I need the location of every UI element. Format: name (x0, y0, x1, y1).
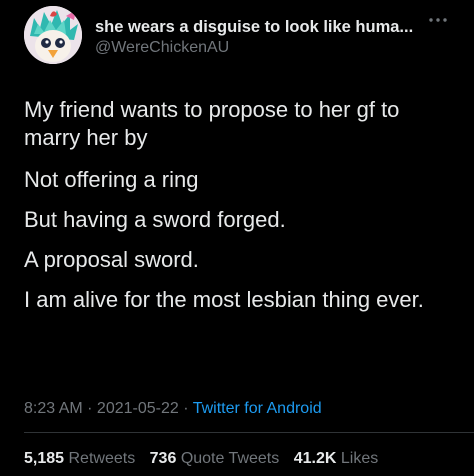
meta-separator: · (178, 400, 193, 417)
tweet-text-line: But having a sword forged. (24, 207, 286, 232)
retweets-stat[interactable]: 5,185 Retweets (24, 450, 135, 467)
tweet-text-line: My friend wants to propose to her gf to … (24, 97, 400, 150)
user-handle[interactable]: @WereChickenAU (95, 39, 229, 57)
tweet-text-line: Not offering a ring (24, 167, 199, 192)
tweet-metadata: 8:23 AM · 2021-05-22 · Twitter for Andro… (24, 400, 322, 418)
likes-count: 41.2K (293, 450, 337, 467)
retweets-label: Retweets (68, 450, 136, 467)
likes-label: Likes (340, 450, 379, 467)
more-horizontal-icon[interactable] (427, 13, 449, 27)
avatar-image (24, 6, 82, 64)
avatar[interactable] (24, 6, 82, 64)
divider (24, 432, 474, 433)
display-name[interactable]: she wears a disguise to look like huma..… (95, 18, 413, 37)
retweets-count: 5,185 (24, 450, 65, 467)
tweet-date[interactable]: 2021-05-22 (97, 400, 179, 417)
quote-tweets-label: Quote Tweets (180, 450, 280, 467)
likes-stat[interactable]: 41.2K Likes (294, 450, 379, 467)
tweet: she wears a disguise to look like huma..… (0, 0, 474, 476)
quote-tweets-count: 736 (149, 450, 177, 467)
tweet-text: My friend wants to propose to her gf to … (24, 96, 452, 314)
engagement-stats: 5,185 Retweets 736 Quote Tweets 41.2K Li… (24, 450, 388, 468)
tweet-source-link[interactable]: Twitter for Android (193, 400, 322, 417)
quote-tweets-stat[interactable]: 736 Quote Tweets (150, 450, 280, 467)
meta-separator: · (82, 400, 97, 417)
tweet-text-line: A proposal sword. (24, 247, 199, 272)
tweet-time[interactable]: 8:23 AM (24, 400, 83, 417)
tweet-text-line: I am alive for the most lesbian thing ev… (24, 287, 424, 312)
